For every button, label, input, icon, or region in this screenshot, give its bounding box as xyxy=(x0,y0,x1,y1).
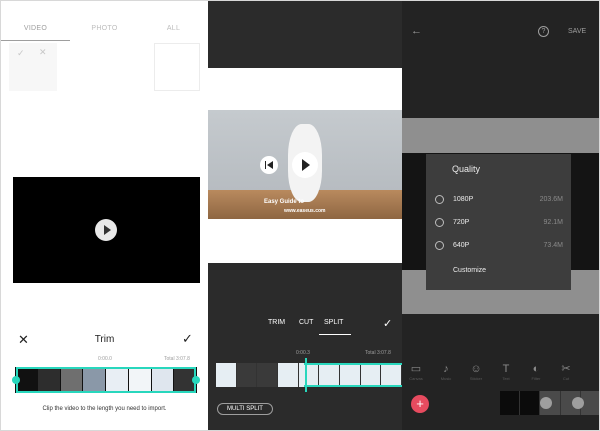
tool-canvas[interactable]: ▭ Canvas xyxy=(406,362,426,386)
export-panel: ← ? SAVE Quality 1080P 203.6M 720P 92.1M… xyxy=(402,1,599,430)
filter-icon: ◐ xyxy=(532,363,540,375)
tab-video[interactable]: VIDEO xyxy=(1,19,70,41)
tool-label: Music xyxy=(440,376,452,381)
trim-selection[interactable] xyxy=(16,367,196,393)
active-tab-underline xyxy=(319,334,351,335)
trim-end-handle[interactable] xyxy=(192,376,200,384)
back-arrow-icon[interactable]: ← xyxy=(411,25,422,37)
tool-label: Sticker xyxy=(469,376,483,381)
tab-split[interactable]: SPLIT xyxy=(324,319,343,326)
tool-label: Text xyxy=(502,376,510,381)
skip-back-icon[interactable] xyxy=(260,156,278,174)
tab-cut[interactable]: CUT xyxy=(299,319,313,326)
quality-option-size: 203.6M xyxy=(539,196,563,203)
customize-button[interactable]: Customize xyxy=(453,267,486,274)
music-note-icon: ♪ xyxy=(443,363,449,375)
tool-label: Filter xyxy=(531,376,541,381)
quality-dialog: Quality 1080P 203.6M 720P 92.1M 640P 73.… xyxy=(426,154,571,290)
trim-hint: Clip the video to the length you need to… xyxy=(42,406,167,412)
tab-photo[interactable]: PHOTO xyxy=(70,19,139,41)
split-panel: Easy Guide to www.easeus.com TRIM CUT SP… xyxy=(208,1,402,430)
timeline-frame xyxy=(278,363,299,387)
play-icon[interactable] xyxy=(95,219,117,241)
quality-title: Quality xyxy=(452,164,481,174)
text-icon: T xyxy=(502,363,510,375)
current-time: 0:00.3 xyxy=(296,350,310,356)
transition-icon[interactable] xyxy=(572,397,584,409)
confirm-split-button[interactable]: ✓ xyxy=(383,317,392,330)
current-time: 0:00.0 xyxy=(98,356,112,362)
timeline-frame xyxy=(520,391,541,415)
tool-label: Canvas xyxy=(409,376,423,381)
check-icon: ✓ xyxy=(17,48,25,58)
transition-icon[interactable] xyxy=(540,397,552,409)
save-button[interactable]: SAVE xyxy=(568,28,586,35)
tool-text[interactable]: T Text xyxy=(496,362,516,386)
quality-option-label: 640P xyxy=(453,242,470,249)
tool-cut[interactable]: ✂ Cut xyxy=(556,362,576,386)
watermark-title: Easy Guide to xyxy=(264,199,305,205)
quality-option-label: 1080P xyxy=(453,196,474,203)
timeline-frame xyxy=(500,391,521,415)
media-tabs: VIDEO PHOTO ALL xyxy=(1,19,208,41)
tool-label: Cut xyxy=(562,376,570,381)
split-selection[interactable] xyxy=(304,363,402,387)
watermark-url: www.easeus.com xyxy=(284,208,326,214)
multi-split-button[interactable]: MULTI SPLIT xyxy=(217,403,273,415)
trim-start-handle[interactable] xyxy=(12,376,20,384)
radio-icon[interactable] xyxy=(435,241,444,250)
radio-icon[interactable] xyxy=(435,218,444,227)
canvas-icon: ▭ xyxy=(410,363,422,375)
screenshot-frame: VIDEO PHOTO ALL ✓ ✕ ✕ Trim ✓ 0:00.0 Tota… xyxy=(0,0,600,431)
tool-sticker[interactable]: ☺ Sticker xyxy=(466,362,486,386)
edit-toolbar: ▭ Canvas ♪ Music ☺ Sticker T Text ◐ Filt… xyxy=(402,362,599,386)
video-preview[interactable] xyxy=(13,177,200,283)
tool-filter[interactable]: ◐ Filter xyxy=(526,362,546,386)
help-icon[interactable]: ? xyxy=(538,26,549,37)
selected-media-thumbnail[interactable]: ✓ ✕ xyxy=(9,43,57,91)
edit-tabs: TRIM CUT SPLIT xyxy=(208,319,402,333)
media-thumbnail[interactable] xyxy=(154,43,200,91)
total-duration: Total 3:07.8 xyxy=(164,356,190,362)
playhead-cursor[interactable] xyxy=(305,358,307,392)
smiley-icon: ☺ xyxy=(470,363,482,375)
scissors-icon: ✂ xyxy=(561,363,571,375)
quality-option-label: 720P xyxy=(453,219,470,226)
quality-option-1080p[interactable]: 1080P 203.6M xyxy=(435,195,563,207)
import-panel: VIDEO PHOTO ALL ✓ ✕ ✕ Trim ✓ 0:00.0 Tota… xyxy=(1,1,208,430)
timeline-frame xyxy=(216,363,237,387)
radio-icon[interactable] xyxy=(435,195,444,204)
total-duration: Total 3:07.8 xyxy=(365,350,391,356)
tool-music[interactable]: ♪ Music xyxy=(436,362,456,386)
tab-all[interactable]: ALL xyxy=(139,19,208,41)
quality-option-size: 92.1M xyxy=(543,219,563,226)
play-icon[interactable] xyxy=(292,152,318,178)
tab-trim[interactable]: TRIM xyxy=(268,319,285,326)
trim-title: Trim xyxy=(94,334,115,345)
video-frame[interactable]: Easy Guide to www.easeus.com xyxy=(208,110,402,219)
quality-option-640p[interactable]: 640P 73.4M xyxy=(435,241,563,253)
timeline-frame xyxy=(257,363,279,387)
close-icon[interactable]: ✕ xyxy=(39,47,47,58)
timeline-frame xyxy=(236,363,258,387)
add-clip-button[interactable]: + xyxy=(411,395,429,413)
quality-option-size: 73.4M xyxy=(543,242,563,249)
quality-option-720p[interactable]: 720P 92.1M xyxy=(435,218,563,230)
confirm-trim-button[interactable]: ✓ xyxy=(182,331,193,347)
